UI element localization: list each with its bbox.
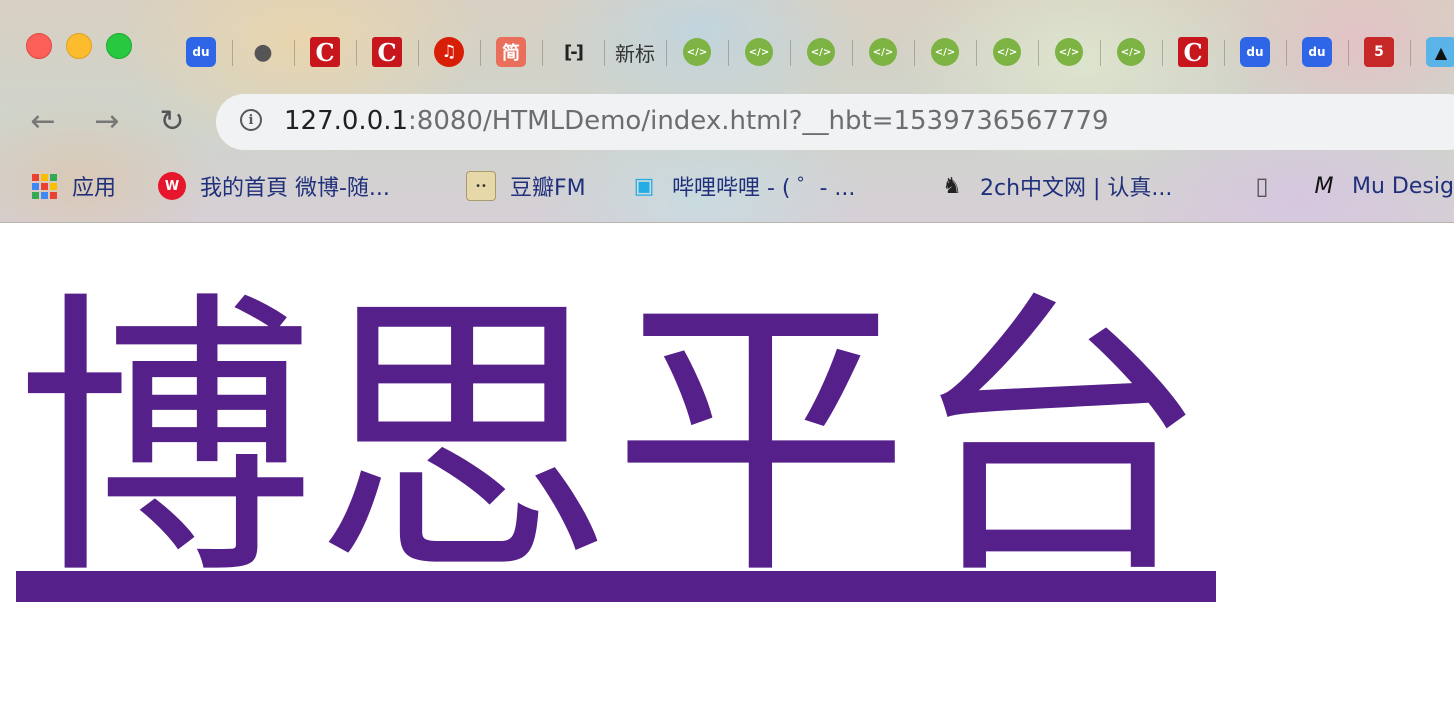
aliyun-icon: [-] [564,41,584,63]
bookmark-label: 豆瓣FM [510,176,586,201]
site-info-icon[interactable]: i [240,109,262,131]
code-icon: </> [683,38,711,66]
arrow-right-icon: → [94,103,120,139]
bookmarks-bar: 应用 W 我的首頁 微博-随... •• 豆瓣FM ▣ 哔哩哔哩 - ( ゜- … [0,166,1454,206]
code-icon: </> [807,38,835,66]
weibo-icon: W [158,172,186,200]
tab[interactable]: C [1162,32,1224,72]
bookmark-label: 我的首頁 微博-随... [200,176,390,201]
code-icon: </> [869,38,897,66]
tab[interactable]: </> [728,32,790,72]
code-icon: </> [931,38,959,66]
bilibili-icon: ▣ [633,173,655,199]
tab[interactable]: ● [232,32,294,72]
html5-icon: 5 [1364,37,1394,67]
back-button[interactable]: ← [26,103,60,139]
tab[interactable]: C [356,32,418,72]
tab[interactable]: 简 [480,32,542,72]
tab[interactable]: </> [914,32,976,72]
bookmark-bilibili[interactable]: ▣ 哔哩哔哩 - ( ゜- ... [630,166,856,206]
tab[interactable]: C [294,32,356,72]
bookmark-label: 哔哩哔哩 - ( ゜- ... [672,176,856,201]
window-zoom-button[interactable] [106,33,132,59]
tab[interactable]: </> [1038,32,1100,72]
csdn-icon: C [372,37,402,67]
tab[interactable]: du [1224,32,1286,72]
baidu-icon: du [186,37,216,67]
tab[interactable]: ▲ [1410,32,1454,72]
url-path: :8080/HTMLDemo/index.html?__hbt=15397365… [408,106,1109,136]
window-minimize-button[interactable] [66,33,92,59]
url-text[interactable]: 127.0.0.1:8080/HTMLDemo/index.html?__hbt… [284,106,1109,136]
tab[interactable]: </> [976,32,1038,72]
baidu-icon: du [1240,37,1270,67]
code-icon: </> [1055,38,1083,66]
bookmark-label: Mu Desig [1352,173,1454,199]
bookmark-label: 应用 [72,176,117,201]
tab-new[interactable]: 新标 [604,32,666,72]
bookmark-document[interactable]: ▯ [1248,166,1276,206]
tab[interactable]: ♫ [418,32,480,72]
forward-button[interactable]: → [90,103,124,139]
tab[interactable]: du [1286,32,1348,72]
douban-fm-icon: •• [466,171,496,201]
tab[interactable]: </> [852,32,914,72]
code-icon: </> [993,38,1021,66]
boss-platform-link[interactable]: 博思平台 [16,293,1208,591]
tab-strip: du ● C C ♫ 简 [-] 新标 </> </> </> </> </> … [170,32,1454,72]
tab[interactable]: du [170,32,232,72]
apple-icon: ● [253,39,273,65]
document-icon: ▯ [1255,172,1269,200]
bookmark-apps[interactable]: 应用 [30,166,116,206]
tab[interactable]: [-] [542,32,604,72]
bookmark-label: 2ch中文网 | 认真... [980,176,1173,201]
tab-title: 新标 [615,41,655,66]
tab[interactable]: </> [790,32,852,72]
apps-grid-icon [30,172,58,200]
address-bar[interactable]: i 127.0.0.1:8080/HTMLDemo/index.html?__h… [216,94,1454,150]
netease-music-icon: ♫ [434,37,464,67]
jianshu-icon: 简 [496,37,526,67]
bookmark-douban-fm[interactable]: •• 豆瓣FM [466,166,586,206]
window-close-button[interactable] [26,33,52,59]
baidu-icon: du [1302,37,1332,67]
csdn-icon: C [1178,37,1208,67]
tab[interactable]: </> [666,32,728,72]
browser-chrome: du ● C C ♫ 简 [-] 新标 </> </> </> </> </> … [0,0,1454,223]
code-icon: </> [745,38,773,66]
bookmark-mu-design[interactable]: M Mu Desig [1310,166,1454,206]
mu-design-icon: M [1314,173,1334,199]
bookmark-2ch[interactable]: ♞ 2ch中文网 | 认真... [938,166,1172,206]
tab[interactable]: </> [1100,32,1162,72]
page-content: 博思平台 [0,223,1454,712]
bookmark-weibo[interactable]: W 我的首頁 微博-随... [158,166,390,206]
url-host: 127.0.0.1 [284,106,409,136]
tab[interactable]: 5 [1348,32,1410,72]
code-icon: </> [1117,38,1145,66]
link-underline [16,571,1216,602]
2ch-icon: ♞ [942,173,962,199]
reload-icon: ↻ [159,103,185,139]
csdn-icon: C [310,37,340,67]
bird-icon: ▲ [1426,37,1454,67]
arrow-left-icon: ← [30,103,56,139]
reload-button[interactable]: ↻ [155,103,189,139]
